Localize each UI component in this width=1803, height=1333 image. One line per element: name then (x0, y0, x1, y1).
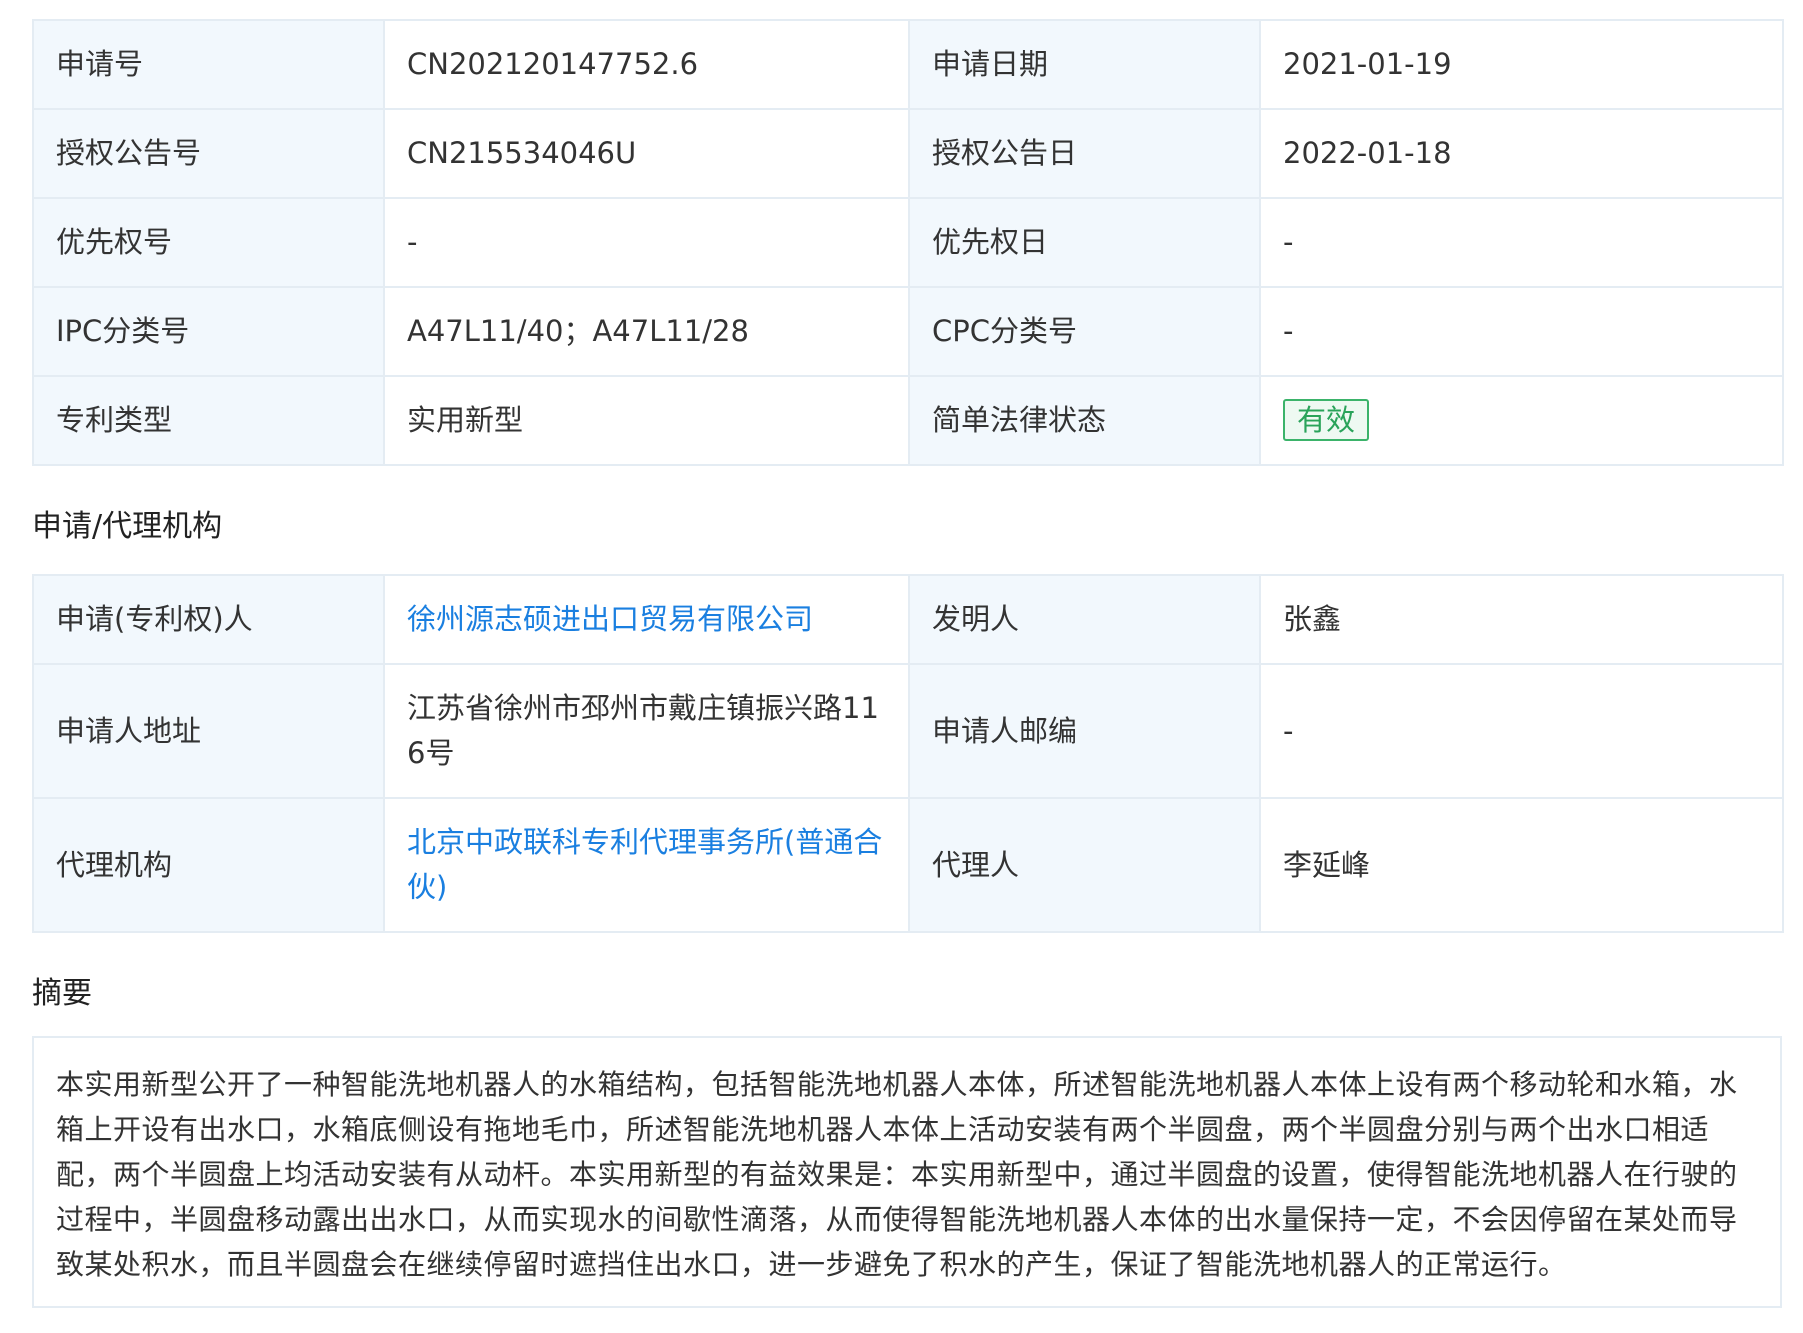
table-row: IPC分类号 A47L11/40；A47L11/28 CPC分类号 - (32, 286, 1784, 377)
grant-date-value: 2022-01-18 (1259, 108, 1784, 199)
grant-number-label: 授权公告号 (32, 108, 385, 199)
inventor-label: 发明人 (908, 574, 1261, 665)
table-row: 优先权号 - 优先权日 - (32, 197, 1784, 288)
priority-date-label: 优先权日 (908, 197, 1261, 288)
applicant-postcode-value: - (1259, 663, 1784, 799)
ipc-label: IPC分类号 (32, 286, 385, 377)
applicant-address-label: 申请人地址 (32, 663, 385, 799)
applicant-link[interactable]: 徐州源志硕进出口贸易有限公司 (383, 574, 910, 665)
applicant-address-value: 江苏省徐州市邳州市戴庄镇振兴路116号 (383, 663, 910, 799)
patent-type-label: 专利类型 (32, 375, 385, 466)
agency-section-title: 申请/代理机构 (32, 509, 223, 544)
applicant-postcode-label: 申请人邮编 (908, 663, 1261, 799)
abstract-text: 本实用新型公开了一种智能洗地机器人的水箱结构，包括智能洗地机器人本体，所述智能洗… (32, 1036, 1782, 1308)
cpc-value: - (1259, 286, 1784, 377)
application-number-value: CN202120147752.6 (383, 19, 910, 110)
abstract-section-title: 摘要 (32, 976, 92, 1011)
inventor-value: 张鑫 (1259, 574, 1784, 665)
agency-link[interactable]: 北京中政联科专利代理事务所(普通合伙) (383, 797, 910, 933)
basic-info-table: 申请号 CN202120147752.6 申请日期 2021-01-19 授权公… (32, 19, 1784, 466)
legal-status-cell: 有效 (1259, 375, 1784, 466)
table-row: 申请(专利权)人 徐州源志硕进出口贸易有限公司 发明人 张鑫 (32, 574, 1784, 665)
priority-number-value: - (383, 197, 910, 288)
ipc-value: A47L11/40；A47L11/28 (383, 286, 910, 377)
status-badge: 有效 (1283, 399, 1370, 441)
table-row: 专利类型 实用新型 简单法律状态 有效 (32, 375, 1784, 466)
applicant-label: 申请(专利权)人 (32, 574, 385, 665)
agency-table: 申请(专利权)人 徐州源志硕进出口贸易有限公司 发明人 张鑫 申请人地址 江苏省… (32, 574, 1784, 933)
table-row: 申请人地址 江苏省徐州市邳州市戴庄镇振兴路116号 申请人邮编 - (32, 663, 1784, 799)
application-date-label: 申请日期 (908, 19, 1261, 110)
legal-status-label: 简单法律状态 (908, 375, 1261, 466)
grant-date-label: 授权公告日 (908, 108, 1261, 199)
agent-label: 代理人 (908, 797, 1261, 933)
priority-number-label: 优先权号 (32, 197, 385, 288)
application-date-value: 2021-01-19 (1259, 19, 1784, 110)
agent-value: 李延峰 (1259, 797, 1784, 933)
application-number-label: 申请号 (32, 19, 385, 110)
patent-type-value: 实用新型 (383, 375, 910, 466)
grant-number-value: CN215534046U (383, 108, 910, 199)
patent-detail-page: 申请号 CN202120147752.6 申请日期 2021-01-19 授权公… (0, 0, 1803, 1333)
priority-date-value: - (1259, 197, 1784, 288)
agency-label: 代理机构 (32, 797, 385, 933)
table-row: 代理机构 北京中政联科专利代理事务所(普通合伙) 代理人 李延峰 (32, 797, 1784, 933)
table-row: 申请号 CN202120147752.6 申请日期 2021-01-19 (32, 19, 1784, 110)
cpc-label: CPC分类号 (908, 286, 1261, 377)
table-row: 授权公告号 CN215534046U 授权公告日 2022-01-18 (32, 108, 1784, 199)
